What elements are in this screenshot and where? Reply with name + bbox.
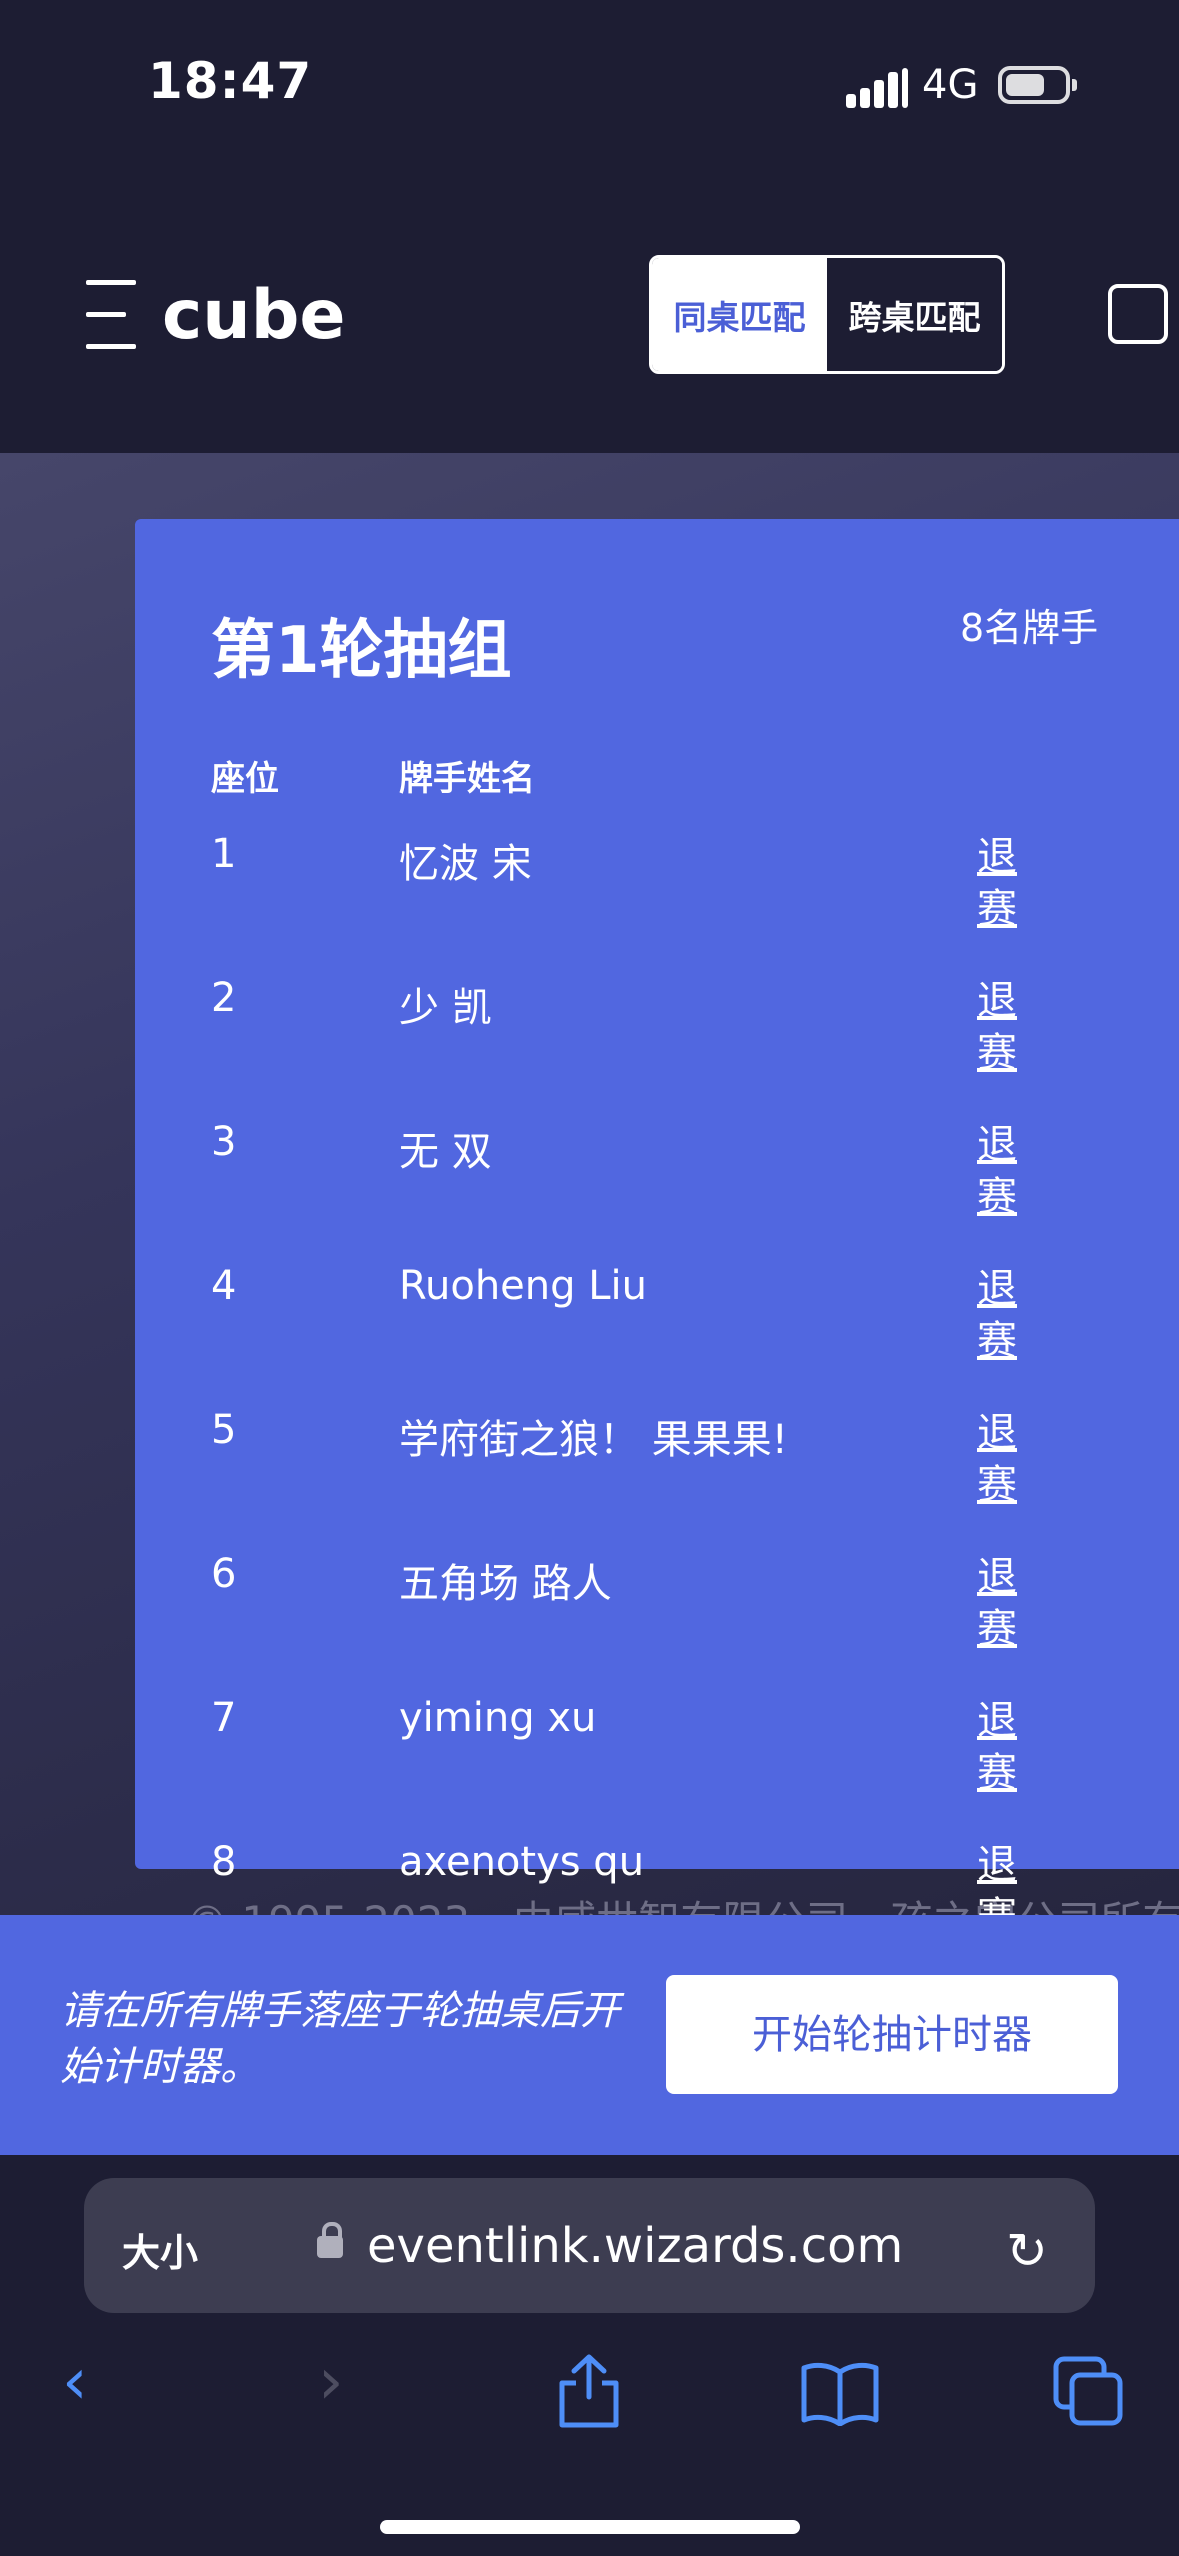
player-row: 1 忆波 宋 退赛	[135, 831, 1179, 975]
drop-player-link[interactable]: 退赛	[977, 1119, 1023, 1223]
seat-number: 8	[211, 1839, 237, 1885]
drop-player-link[interactable]: 退赛	[977, 831, 1023, 935]
pairing-mode-toggle: 同桌匹配 跨桌匹配	[649, 255, 1005, 374]
app-title: cube	[162, 276, 346, 355]
fullscreen-icon[interactable]	[1108, 284, 1168, 344]
player-name: 少 凯	[399, 985, 492, 1031]
seat-number: 2	[211, 975, 237, 1021]
timer-hint-text: 请在所有牌手落座于轮抽桌后开始计时器。	[60, 1988, 620, 2090]
menu-icon[interactable]	[86, 274, 136, 354]
player-row: 5 学府街之狼！ 果果果! 退赛	[135, 1407, 1179, 1551]
seat-number: 7	[211, 1695, 237, 1741]
address-bar[interactable]: 大小 eventlink.wizards.com ↻	[84, 2178, 1095, 2313]
battery-icon	[998, 66, 1077, 104]
seat-number: 1	[211, 831, 237, 877]
draft-pod-card: 第1轮抽组 8名牌手 座位 牌手姓名 1 忆波 宋 退赛 2 少 凯 退赛 3 …	[135, 519, 1179, 1915]
signal-icon	[846, 68, 908, 108]
player-name: 无 双	[399, 1129, 492, 1175]
home-indicator	[380, 2520, 800, 2534]
seat-number: 6	[211, 1551, 237, 1597]
seat-number: 3	[211, 1119, 237, 1165]
timer-action-bar: 请在所有牌手落座于轮抽桌后开始计时器。 开始轮抽计时器	[0, 1915, 1179, 2155]
app-header: cube 同桌匹配 跨桌匹配	[0, 170, 1179, 453]
share-icon[interactable]	[556, 2353, 622, 2429]
player-name: 忆波 宋	[399, 841, 532, 887]
player-row: 8 axenotys qu 退赛	[135, 1839, 1179, 1915]
seat-number: 4	[211, 1263, 237, 1309]
drop-player-link[interactable]: 退赛	[977, 1551, 1023, 1655]
browser-toolbar: 大小 eventlink.wizards.com ↻ ‹ ›	[0, 2155, 1179, 2556]
player-row: 3 无 双 退赛	[135, 1119, 1179, 1263]
tabs-icon[interactable]	[1052, 2355, 1124, 2427]
player-name: 五角场 路人	[399, 1561, 612, 1607]
player-name: axenotys qu	[399, 1839, 645, 1885]
text-size-button[interactable]: 大小	[122, 2222, 198, 2277]
main-content: © 1995-2023，由威世智有限公司，孩之宝公司所有 第1轮抽组 8名牌手 …	[0, 453, 1179, 1915]
card-title: 第1轮抽组	[211, 614, 512, 688]
drop-player-link[interactable]: 退赛	[977, 1839, 1023, 1915]
tab-same-table[interactable]: 同桌匹配	[652, 258, 827, 371]
player-row: 7 yiming xu 退赛	[135, 1695, 1179, 1839]
bookmarks-icon[interactable]	[800, 2360, 880, 2426]
player-name: 学府街之狼！ 果果果!	[399, 1417, 788, 1463]
start-draft-timer-button[interactable]: 开始轮抽计时器	[666, 1975, 1118, 2094]
url-text[interactable]: eventlink.wizards.com	[367, 2218, 903, 2274]
player-count: 8名牌手	[960, 606, 1099, 650]
drop-player-link[interactable]: 退赛	[977, 1263, 1023, 1367]
lock-icon	[317, 2222, 343, 2258]
status-bar: 18:47 4G	[0, 0, 1179, 170]
player-row: 2 少 凯 退赛	[135, 975, 1179, 1119]
player-name: Ruoheng Liu	[399, 1263, 647, 1309]
back-icon[interactable]: ‹	[62, 2345, 88, 2419]
player-list: 1 忆波 宋 退赛 2 少 凯 退赛 3 无 双 退赛 4 Ruoheng Li…	[135, 831, 1179, 1915]
forward-icon[interactable]: ›	[318, 2345, 344, 2419]
column-header-seat: 座位	[211, 759, 279, 799]
reload-icon[interactable]: ↻	[1006, 2222, 1048, 2280]
column-header-name: 牌手姓名	[399, 759, 535, 799]
status-time: 18:47	[148, 52, 313, 110]
network-type: 4G	[922, 62, 979, 108]
player-row: 4 Ruoheng Liu 退赛	[135, 1263, 1179, 1407]
tab-cross-table[interactable]: 跨桌匹配	[827, 258, 1002, 371]
seat-number: 5	[211, 1407, 237, 1453]
drop-player-link[interactable]: 退赛	[977, 1407, 1023, 1511]
player-name: yiming xu	[399, 1695, 597, 1741]
player-row: 6 五角场 路人 退赛	[135, 1551, 1179, 1695]
drop-player-link[interactable]: 退赛	[977, 1695, 1023, 1799]
drop-player-link[interactable]: 退赛	[977, 975, 1023, 1079]
